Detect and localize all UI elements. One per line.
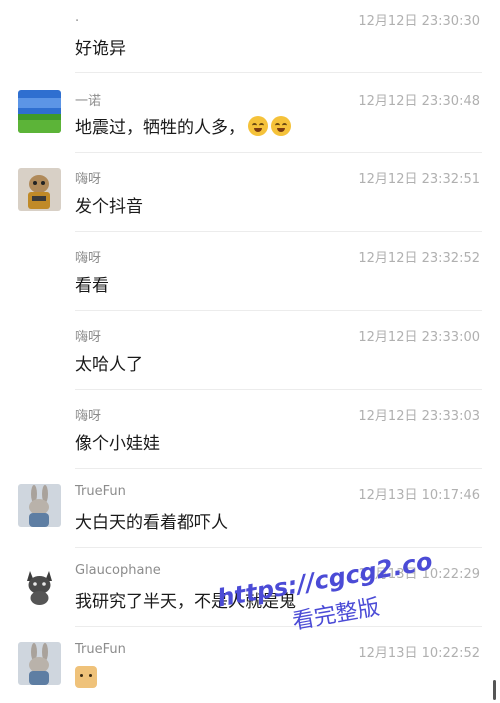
divider (75, 231, 482, 232)
message-text: 看看 (75, 276, 109, 296)
message-text: 地震过，牺牲的人多， (75, 113, 291, 138)
message-time: 12月12日 23:32:52 (358, 251, 480, 266)
avatar[interactable] (18, 563, 61, 606)
message-time: 12月13日 10:22:29 (358, 567, 480, 582)
message-time: 12月12日 23:33:03 (358, 409, 480, 424)
message-text: 太哈人了 (75, 355, 143, 375)
message-text: 好诡异 (75, 39, 126, 59)
sender-name[interactable]: 嗨呀 (75, 247, 101, 266)
avatar[interactable] (18, 168, 61, 211)
message-text: 像个小娃娃 (75, 434, 160, 454)
sender-name[interactable]: TrueFun (75, 484, 126, 499)
message-time: 12月13日 10:22:52 (358, 646, 480, 661)
divider (75, 547, 482, 548)
laughing-emoji-icon (271, 116, 291, 136)
sender-name[interactable]: TrueFun (75, 642, 126, 657)
message-time: 12月12日 23:32:51 (358, 172, 480, 187)
sender-name[interactable]: Glaucophane (75, 563, 161, 578)
bunny-avatar-icon (18, 484, 61, 527)
message-text: 我研究了半天，不是人就是鬼 (75, 592, 296, 612)
laughing-emoji-icon (248, 116, 268, 136)
avatar[interactable] (18, 90, 61, 133)
message-text (75, 666, 97, 693)
message-time: 12月12日 23:30:30 (358, 14, 480, 29)
sender-name[interactable]: . (75, 10, 79, 25)
divider (75, 72, 482, 73)
sender-name[interactable]: 嗨呀 (75, 326, 101, 345)
sender-name[interactable]: 一诺 (75, 90, 101, 109)
toy-figure-avatar-icon (18, 168, 61, 211)
message-time: 12月12日 23:30:48 (358, 94, 480, 109)
message-text: 大白天的看着都吓人 (75, 513, 228, 533)
landscape-avatar-icon (18, 90, 61, 133)
cat-avatar-icon (18, 563, 61, 606)
sender-name[interactable]: 嗨呀 (75, 405, 101, 424)
scrollbar[interactable] (493, 680, 496, 700)
message-text-body: 地震过，牺牲的人多， (75, 118, 245, 138)
sender-name[interactable]: 嗨呀 (75, 168, 101, 187)
doge-emoji-icon (75, 666, 97, 688)
avatar[interactable] (18, 642, 61, 685)
divider (75, 310, 482, 311)
divider (75, 626, 482, 627)
message-time: 12月12日 23:33:00 (358, 330, 480, 345)
avatar[interactable] (18, 484, 61, 527)
message-time: 12月13日 10:17:46 (358, 488, 480, 503)
bunny-avatar-icon (18, 642, 61, 685)
divider (75, 468, 482, 469)
divider (75, 389, 482, 390)
message-text: 发个抖音 (75, 197, 143, 217)
divider (75, 152, 482, 153)
